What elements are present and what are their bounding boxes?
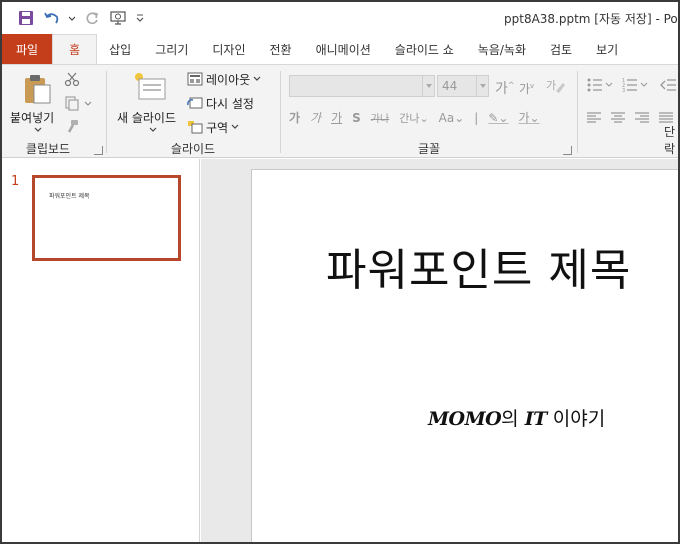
font-size-box[interactable]: 44 <box>437 75 489 97</box>
font-name-dropdown-icon <box>422 76 434 96</box>
tab-view[interactable]: 보기 <box>584 34 630 64</box>
align-right-icon[interactable] <box>634 111 650 125</box>
present-from-start-icon[interactable] <box>108 8 128 28</box>
strikethrough-icon[interactable]: 가나 <box>371 110 389 125</box>
tab-record[interactable]: 녹음/녹화 <box>466 34 538 64</box>
char-spacing-icon[interactable]: 간나⌄ <box>399 110 428 126</box>
divider: | <box>474 110 479 125</box>
layout-icon <box>187 72 203 86</box>
layout-button[interactable]: 레이아웃 <box>187 69 261 89</box>
undo-dropdown-icon[interactable] <box>68 8 76 28</box>
slide-title[interactable]: 파워포인트 제목 <box>326 234 631 298</box>
tab-slideshow[interactable]: 슬라이드 쇼 <box>383 34 466 64</box>
subtitle-story: 이야기 <box>546 408 606 430</box>
section-icon <box>188 121 203 134</box>
slides-group: 새 슬라이드 레이아웃 다시 설정 구역 슬라이드 <box>107 65 279 159</box>
tab-design[interactable]: 디자인 <box>200 34 257 64</box>
highlight-icon[interactable]: ✎⌄ <box>488 111 508 125</box>
section-button[interactable]: 구역 <box>187 117 239 137</box>
tab-animations[interactable]: 애니메이션 <box>304 34 383 64</box>
ribbon-home: 붙여넣기 클립보드 새 슬라이드 레이아웃 다시 설정 구역 슬라이드 44 가… <box>2 64 678 158</box>
change-case-icon[interactable]: Aa⌄ <box>439 111 465 125</box>
ribbon-tabs: 파일 홈 삽입 그리기 디자인 전환 애니메이션 슬라이드 쇼 녹음/녹화 검토… <box>2 34 678 64</box>
slide-editing-area: 파워포인트 제목 MOMO의 IT 이야기 <box>201 159 678 542</box>
paragraph-group-label: 단락 <box>664 125 676 156</box>
grow-font-icon[interactable]: 가^ <box>495 78 515 98</box>
slide-subtitle[interactable]: MOMO의 IT 이야기 <box>428 404 605 431</box>
redo-icon[interactable] <box>82 8 102 28</box>
underline-icon[interactable]: 가 <box>331 109 342 126</box>
reset-icon <box>187 97 203 109</box>
slide-number: 1 <box>11 174 20 189</box>
paragraph-group: 123 단락 <box>578 65 678 159</box>
svg-text:가: 가 <box>546 79 556 92</box>
slide[interactable]: 파워포인트 제목 MOMO의 IT 이야기 <box>251 169 678 542</box>
new-slide-icon <box>135 73 166 100</box>
font-size-dropdown-icon <box>476 76 488 96</box>
tab-draw[interactable]: 그리기 <box>143 34 200 64</box>
numbering-icon[interactable]: 123 <box>622 77 652 93</box>
font-color-icon[interactable]: 가⌄ <box>518 109 539 126</box>
tab-insert[interactable]: 삽입 <box>97 34 143 64</box>
quick-access-toolbar <box>16 8 146 28</box>
bold-icon[interactable]: 가 <box>289 109 300 126</box>
italic-icon[interactable]: 가 <box>310 109 321 126</box>
decrease-indent-icon[interactable] <box>660 77 676 93</box>
shrink-font-icon[interactable]: 가v <box>519 80 534 97</box>
font-name-box[interactable] <box>289 75 435 97</box>
thumbnail-title: 파워포인트 제목 <box>49 193 90 200</box>
copy-icon[interactable] <box>64 95 94 111</box>
customize-qat-icon[interactable] <box>134 8 146 28</box>
slides-group-label: 슬라이드 <box>170 142 216 156</box>
paste-button[interactable]: 붙여넣기 <box>10 69 64 132</box>
cut-icon[interactable] <box>64 71 80 87</box>
subtitle-momo: MOMO <box>428 408 502 430</box>
reset-label: 다시 설정 <box>206 96 254 111</box>
save-icon[interactable] <box>16 8 36 28</box>
new-slide-dropdown-icon <box>149 127 157 132</box>
slide-thumbnail[interactable]: 파워포인트 제목 <box>32 175 181 261</box>
title-bar: ppt8A38.pptm [자동 저장] - Po <box>2 2 678 34</box>
window-title: ppt8A38.pptm [자동 저장] - Po <box>504 12 678 26</box>
new-slide-label: 새 슬라이드 <box>117 111 177 125</box>
subtitle-of: 의 <box>501 408 525 430</box>
align-left-icon[interactable] <box>586 111 602 125</box>
align-center-icon[interactable] <box>610 111 626 125</box>
font-group: 44 가^ 가v 가 가 가 가 S 가나 간나⌄ Aa⌄ | ✎⌄ 가⌄ 글꼴 <box>281 65 577 159</box>
font-size-value: 44 <box>442 79 458 93</box>
tab-home[interactable]: 홈 <box>52 34 98 64</box>
slide-thumbnail-pane: 1 파워포인트 제목 <box>2 159 200 542</box>
new-slide-button[interactable]: 새 슬라이드 <box>113 69 189 135</box>
clipboard-group: 붙여넣기 클립보드 <box>2 65 106 159</box>
clipboard-group-label: 클립보드 <box>25 142 71 156</box>
section-dropdown-icon <box>231 124 239 129</box>
powerpoint-window: ppt8A38.pptm [자동 저장] - Po 파일 홈 삽입 그리기 디자… <box>0 0 680 544</box>
tab-review[interactable]: 검토 <box>538 34 584 64</box>
section-label: 구역 <box>206 120 229 135</box>
clipboard-launcher-icon[interactable] <box>94 146 103 155</box>
layout-dropdown-icon <box>253 76 261 81</box>
layout-label: 레이아웃 <box>206 72 251 87</box>
svg-text:3: 3 <box>622 88 625 93</box>
tab-file[interactable]: 파일 <box>2 34 53 64</box>
paste-label: 붙여넣기 <box>10 111 55 125</box>
font-format-buttons: 가 가 가 S 가나 간나⌄ Aa⌄ | ✎⌄ 가⌄ <box>289 109 540 126</box>
shadow-icon[interactable]: S <box>352 111 361 125</box>
clear-formatting-icon[interactable]: 가 <box>545 77 565 95</box>
format-painter-icon[interactable] <box>64 119 80 135</box>
font-launcher-icon[interactable] <box>563 146 572 155</box>
subtitle-it: IT <box>524 408 548 430</box>
paste-dropdown-icon <box>34 127 42 132</box>
undo-icon[interactable] <box>42 8 62 28</box>
reset-button[interactable]: 다시 설정 <box>187 93 254 113</box>
font-group-label: 글꼴 <box>417 142 441 156</box>
tab-transitions[interactable]: 전환 <box>257 34 303 64</box>
bullets-icon[interactable] <box>586 77 616 93</box>
paste-icon <box>25 75 51 104</box>
